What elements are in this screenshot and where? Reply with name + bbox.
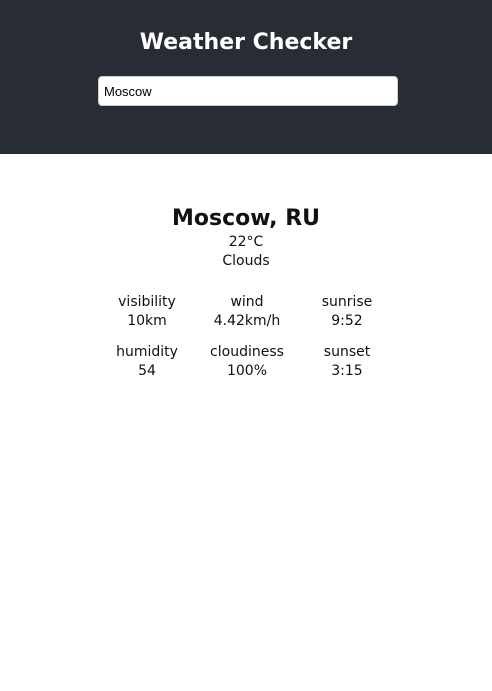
stat-sunrise: sunrise 9:52 bbox=[297, 293, 397, 331]
stat-value: 9:52 bbox=[331, 313, 363, 329]
city-name: Moscow, RU bbox=[172, 206, 320, 231]
stat-visibility: visibility 10km bbox=[97, 293, 197, 331]
app-header: Weather Checker bbox=[0, 0, 492, 154]
stat-value: 100% bbox=[226, 363, 268, 379]
stat-label: humidity bbox=[116, 344, 178, 360]
stat-label: sunrise bbox=[321, 294, 373, 310]
stat-value: 3:15 bbox=[331, 363, 363, 379]
temperature: 22°C bbox=[228, 234, 264, 250]
weather-result: Moscow, RU 22°C Clouds visibility 10km w… bbox=[0, 154, 492, 381]
stat-cloudiness: cloudiness 100% bbox=[197, 343, 297, 381]
stat-wind: wind 4.42km/h bbox=[197, 293, 297, 331]
stat-value: 10km bbox=[127, 313, 167, 329]
weather-condition: Clouds bbox=[222, 253, 270, 269]
stat-label: sunset bbox=[323, 344, 371, 360]
city-search-input[interactable] bbox=[98, 76, 398, 106]
stat-label: cloudiness bbox=[210, 344, 284, 360]
stat-value: 4.42km/h bbox=[213, 313, 281, 329]
app-title: Weather Checker bbox=[139, 30, 353, 55]
stat-value: 54 bbox=[138, 363, 156, 379]
stat-humidity: humidity 54 bbox=[97, 343, 197, 381]
weather-stats-grid: visibility 10km wind 4.42km/h sunrise 9:… bbox=[97, 293, 397, 381]
stat-label: wind bbox=[230, 294, 264, 310]
stat-label: visibility bbox=[118, 294, 176, 310]
stat-sunset: sunset 3:15 bbox=[297, 343, 397, 381]
